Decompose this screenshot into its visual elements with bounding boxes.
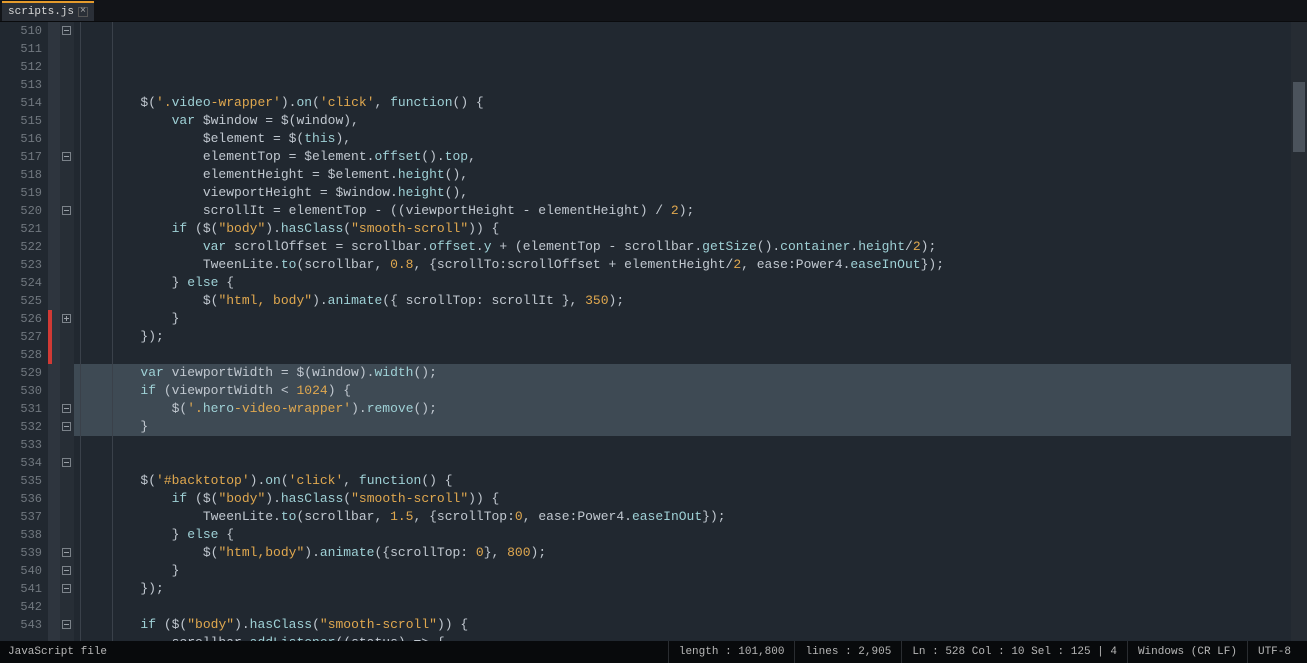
code-editor[interactable]: 5105115125135145155165175185195205215225…: [0, 22, 1307, 641]
close-icon[interactable]: ×: [78, 7, 88, 17]
code-line[interactable]: if ($("body").hasClass("smooth-scroll"))…: [74, 490, 1307, 508]
code-line[interactable]: } else {: [74, 274, 1307, 292]
code-line[interactable]: } else {: [74, 526, 1307, 544]
code-line[interactable]: if ($("body").hasClass("smooth-scroll"))…: [74, 220, 1307, 238]
code-line[interactable]: }: [74, 418, 1307, 436]
status-length: length : 101,800: [668, 641, 795, 663]
code-line[interactable]: elementTop = $element.offset().top,: [74, 148, 1307, 166]
code-line[interactable]: if (viewportWidth < 1024) {: [74, 382, 1307, 400]
fold-gutter[interactable]: [60, 22, 74, 641]
status-bar: JavaScript file length : 101,800 lines :…: [0, 641, 1307, 663]
code-line[interactable]: [74, 436, 1307, 454]
code-line[interactable]: });: [74, 328, 1307, 346]
status-lines: lines : 2,905: [794, 641, 901, 663]
code-area[interactable]: $('.video-wrapper').on('click', function…: [74, 22, 1307, 641]
code-line[interactable]: [74, 454, 1307, 472]
code-line[interactable]: }: [74, 310, 1307, 328]
code-line[interactable]: $("html, body").animate({ scrollTop: scr…: [74, 292, 1307, 310]
scrollbar-thumb[interactable]: [1293, 82, 1305, 152]
code-line[interactable]: $('.video-wrapper').on('click', function…: [74, 94, 1307, 112]
code-line[interactable]: });: [74, 580, 1307, 598]
marker-gutter: [48, 22, 60, 641]
tab-bar: scripts.js ×: [0, 0, 1307, 22]
code-line[interactable]: var viewportWidth = $(window).width();: [74, 364, 1307, 382]
code-line[interactable]: [74, 598, 1307, 616]
status-eol[interactable]: Windows (CR LF): [1127, 641, 1247, 663]
code-line[interactable]: var $window = $(window),: [74, 112, 1307, 130]
code-line[interactable]: TweenLite.to(scrollbar, 1.5, {scrollTop:…: [74, 508, 1307, 526]
status-encoding[interactable]: UTF-8: [1247, 641, 1301, 663]
tab-scripts-js[interactable]: scripts.js ×: [2, 1, 94, 21]
code-line[interactable]: $('#backtotop').on('click', function() {: [74, 472, 1307, 490]
tab-filename: scripts.js: [8, 6, 74, 18]
vertical-scrollbar[interactable]: [1291, 22, 1307, 641]
code-line[interactable]: $("html,body").animate({scrollTop: 0}, 8…: [74, 544, 1307, 562]
line-number-gutter: 5105115125135145155165175185195205215225…: [0, 22, 48, 641]
status-filetype: JavaScript file: [6, 641, 117, 663]
code-line[interactable]: var scrollOffset = scrollbar.offset.y + …: [74, 238, 1307, 256]
code-line[interactable]: if ($("body").hasClass("smooth-scroll"))…: [74, 616, 1307, 634]
code-line[interactable]: $element = $(this),: [74, 130, 1307, 148]
code-line[interactable]: scrollIt = elementTop - ((viewportHeight…: [74, 202, 1307, 220]
code-line[interactable]: $('.hero-video-wrapper').remove();: [74, 400, 1307, 418]
status-position: Ln : 528 Col : 10 Sel : 125 | 4: [901, 641, 1127, 663]
code-line[interactable]: [74, 346, 1307, 364]
code-line[interactable]: TweenLite.to(scrollbar, 0.8, {scrollTo:s…: [74, 256, 1307, 274]
code-line[interactable]: scrollbar.addListener((status) => {: [74, 634, 1307, 641]
code-line[interactable]: elementHeight = $element.height(),: [74, 166, 1307, 184]
code-line[interactable]: }: [74, 562, 1307, 580]
code-line[interactable]: viewportHeight = $window.height(),: [74, 184, 1307, 202]
